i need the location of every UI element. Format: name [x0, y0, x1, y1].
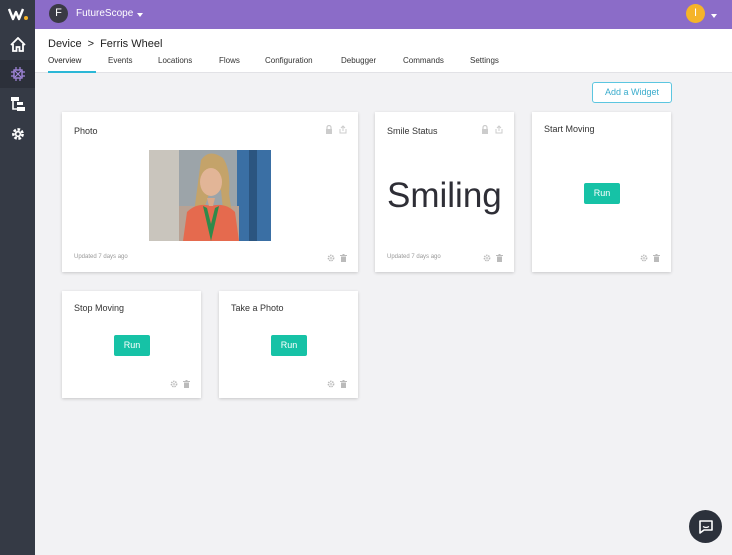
add-widget-button[interactable]: Add a Widget [592, 82, 672, 103]
trash-icon[interactable] [340, 380, 347, 388]
take-photo-widget: Take a Photo Run [219, 291, 358, 398]
sidebar-devices[interactable] [0, 60, 35, 88]
device-icon [10, 67, 25, 81]
photo-image [149, 150, 271, 241]
chat-button[interactable] [689, 510, 722, 543]
tab-configuration[interactable]: Configuration [265, 56, 313, 73]
share-icon[interactable] [339, 125, 347, 134]
lock-icon[interactable] [325, 125, 333, 134]
stop-moving-widget: Stop Moving Run [62, 291, 201, 398]
smile-status-widget: Smile Status Smiling Updated 7 days ago [375, 112, 514, 272]
smile-status-value: Smiling [387, 176, 502, 215]
home-icon [9, 36, 26, 52]
breadcrumb-separator: > [87, 38, 95, 50]
trash-icon[interactable] [340, 254, 347, 262]
workflow-icon [10, 97, 25, 111]
tab-settings[interactable]: Settings [470, 56, 499, 73]
settings-icon[interactable] [640, 254, 648, 262]
org-switcher[interactable]: FutureScope [76, 8, 133, 19]
trash-icon[interactable] [183, 380, 190, 388]
settings-icon[interactable] [170, 380, 178, 388]
sidebar-workflows[interactable] [0, 90, 35, 118]
tab-overview[interactable]: Overview [48, 56, 96, 73]
chevron-down-icon[interactable] [137, 13, 143, 17]
share-icon[interactable] [495, 125, 503, 134]
start-moving-run-button[interactable]: Run [584, 183, 620, 204]
trash-icon[interactable] [653, 254, 660, 262]
losant-logo-icon[interactable] [8, 6, 28, 22]
photo-widget: Photo Updated 7 days ago [62, 112, 358, 272]
breadcrumb-current: Ferris Wheel [100, 38, 163, 50]
breadcrumb-device[interactable]: Device [48, 38, 82, 50]
tab-locations[interactable]: Locations [158, 56, 192, 73]
start-moving-widget: Start Moving Run [532, 112, 671, 272]
org-avatar[interactable]: F [49, 4, 68, 23]
settings-icon[interactable] [327, 380, 335, 388]
last-updated: Updated 7 days ago [387, 254, 441, 260]
chat-icon [698, 520, 713, 534]
widget-title: Smile Status [387, 126, 438, 136]
settings-icon[interactable] [327, 254, 335, 262]
tab-commands[interactable]: Commands [403, 56, 444, 73]
sidebar-home[interactable] [0, 30, 35, 58]
stop-moving-run-button[interactable]: Run [114, 335, 150, 356]
lock-icon[interactable] [481, 125, 489, 134]
widget-title: Photo [74, 126, 98, 136]
chevron-down-icon[interactable] [711, 14, 717, 18]
user-avatar[interactable]: I [686, 4, 705, 23]
tab-events[interactable]: Events [108, 56, 132, 73]
last-updated: Updated 7 days ago [74, 254, 128, 260]
sidebar-settings[interactable] [0, 120, 35, 148]
gear-icon [11, 128, 24, 140]
sidebar [0, 0, 35, 555]
page-header: Device > Ferris Wheel Overview Events Lo… [35, 29, 732, 73]
widget-title: Start Moving [544, 124, 595, 134]
take-photo-run-button[interactable]: Run [271, 335, 307, 356]
tab-debugger[interactable]: Debugger [341, 56, 376, 73]
settings-icon[interactable] [483, 254, 491, 262]
widget-title: Stop Moving [74, 303, 125, 313]
widget-title: Take a Photo [231, 303, 284, 313]
trash-icon[interactable] [496, 254, 503, 262]
breadcrumb: Device > Ferris Wheel [48, 38, 162, 50]
top-bar: F FutureScope I [35, 0, 732, 29]
tab-flows[interactable]: Flows [219, 56, 240, 73]
